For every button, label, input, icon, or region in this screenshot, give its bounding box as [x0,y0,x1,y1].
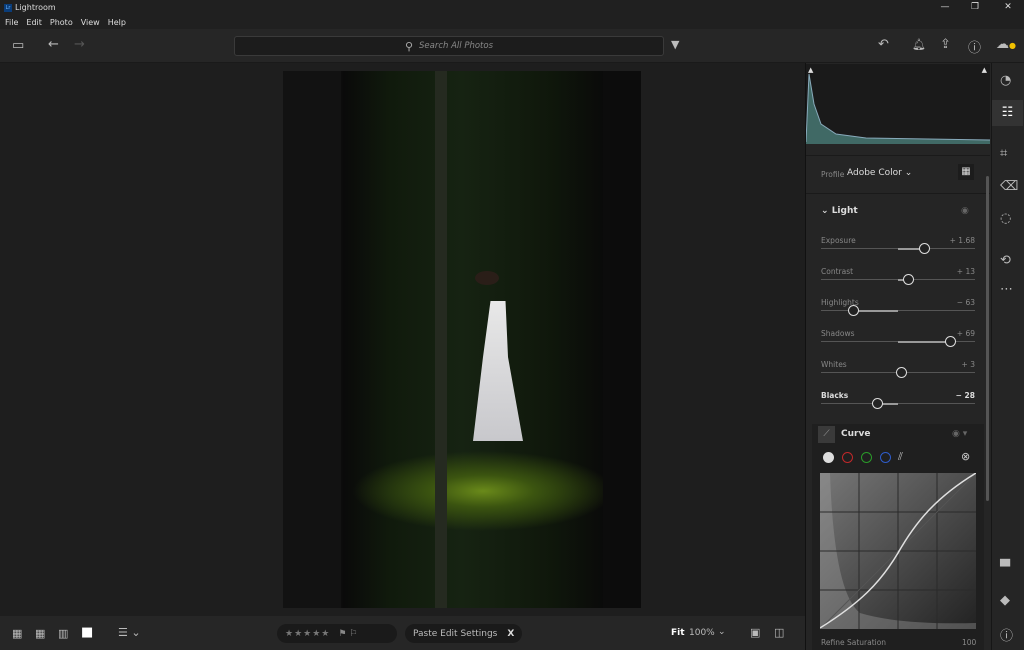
slider-knob[interactable] [895,367,907,378]
menu-edit[interactable]: Edit [26,18,42,27]
history-icon[interactable]: ⟲ [1000,253,1011,268]
tag-icon[interactable]: ◆ [1000,593,1010,608]
panel-toggle-icon[interactable]: ▭ [12,38,24,53]
flag-icons[interactable]: ⚑ ⚐ [338,629,357,639]
profile-browser-icon[interactable]: ▦ [958,164,974,180]
tone-curve-graph[interactable] [819,472,977,630]
panel-scrollbar[interactable] [986,176,989,501]
channel-green[interactable] [861,452,872,463]
help-icon[interactable]: ⓘ [968,37,981,56]
close-button[interactable]: ✕ [993,0,1023,15]
slider-fill [898,340,951,343]
presets-icon[interactable]: ◔ [1000,73,1011,88]
slider-knob[interactable] [847,305,859,316]
paste-edit-settings-button[interactable]: Paste Edit Settings [413,629,497,639]
histogram: ▲ ▲ [805,64,991,144]
lightroom-logo: Lr [4,3,12,12]
back-arrow-icon[interactable]: ← [48,37,59,52]
slider-value[interactable]: − 63 [957,298,975,307]
curve-title: Curve [841,429,871,439]
slider-label: Shadows [821,329,855,338]
window-title: Lightroom [15,3,56,12]
healing-eraser-icon[interactable]: ⌫ [1000,179,1018,194]
refine-saturation-value: 100 [962,638,977,647]
channel-blue[interactable] [880,452,891,463]
zoom-fit-button[interactable]: Fit [671,628,685,638]
slider-value[interactable]: + 1.68 [950,236,975,245]
highlight-clipping-toggle[interactable]: ▲ [982,66,987,74]
curve-icon: ⟋ [818,426,835,443]
edit-sliders-icon[interactable]: ☷ [992,100,1023,126]
restore-button[interactable]: ❐ [960,0,990,15]
forward-arrow-icon[interactable]: → [74,37,85,52]
slider-value[interactable]: − 28 [956,391,975,400]
more-icon[interactable]: ⋯ [1000,282,1013,297]
comment-icon[interactable]: ▀ [1000,560,1010,575]
parametric-curve-icon[interactable]: ⫽ [898,450,903,464]
loupe-view-icon[interactable]: ■ [81,625,93,640]
profile-value: Adobe Color [847,168,902,178]
slider-track[interactable] [821,403,975,404]
menu-help[interactable]: Help [108,18,126,27]
slider-fill [853,309,898,312]
channel-red[interactable] [842,452,853,463]
sort-icon[interactable]: ☰ ⌄ [118,626,141,639]
eye-icon[interactable]: ◉ [961,206,969,216]
share-icon[interactable]: ⇪ [940,37,951,52]
cloud-sync-icon[interactable]: ☁● [996,37,1016,52]
profile-dropdown[interactable]: Adobe Color ⌄ [847,168,912,178]
bell-icon[interactable]: 🔔︎ [912,38,926,51]
crop-icon[interactable]: ⌗ [1000,146,1007,161]
shadow-clipping-toggle[interactable]: ▲ [808,66,813,74]
chevron-down-icon[interactable]: ⌄ [718,627,726,637]
minimize-button[interactable]: — [930,0,960,15]
slider-value[interactable]: + 69 [957,329,975,338]
filmstrip-icon[interactable]: ▣ [750,626,760,639]
info-icon[interactable]: ⓘ [1000,625,1013,644]
slider-label: Whites [821,360,847,369]
search-icon: ⚲ [404,39,414,53]
light-title: Light [831,206,858,216]
curve-visibility-icon[interactable]: ◉ ▾ [952,429,967,439]
paste-settings-pill: Paste Edit Settings X [405,624,522,643]
slider-value[interactable]: + 13 [957,267,975,276]
search-placeholder: Search All Photos [419,41,494,51]
menu-file[interactable]: File [5,18,18,27]
profile-label: Profile [821,170,845,179]
before-after-icon[interactable]: ◫ [774,626,784,639]
menu-photo[interactable]: Photo [50,18,73,27]
photo-image [283,71,641,608]
grid-view-icon[interactable]: ▦ [12,627,22,640]
filter-icon[interactable]: ▼ [671,38,679,51]
slider-label: Blacks [821,391,849,400]
star-rating[interactable]: ★★★★★ [285,629,330,639]
compare-view-icon[interactable]: ▥ [58,627,68,640]
channel-rgb[interactable] [823,452,834,463]
square-grid-icon[interactable]: ▦ [35,627,45,640]
close-paste-button[interactable]: X [507,629,514,639]
slider-label: Contrast [821,267,854,276]
slider-knob[interactable] [944,336,956,347]
undo-icon[interactable]: ↶ [878,37,889,52]
light-section-header[interactable]: ⌄ Light [821,206,858,216]
slider-knob[interactable] [918,243,930,254]
zoom-level[interactable]: 100% [689,628,715,638]
menu-bar: File Edit Photo View Help [0,15,1024,29]
menu-view[interactable]: View [81,18,100,27]
refine-saturation-label: Refine Saturation [821,638,887,647]
slider-value[interactable]: + 3 [962,360,975,369]
rating-flag-pill: ★★★★★ ⚑ ⚐ [277,624,397,643]
slider-label: Exposure [821,236,856,245]
reset-curve-icon[interactable]: ⊗ [961,450,970,463]
masking-icon[interactable]: ◌ [1000,211,1011,226]
slider-track[interactable] [821,310,975,311]
title-bar: Lr Lightroom — ❐ ✕ [0,0,1024,15]
search-input[interactable]: ⚲ Search All Photos [234,36,664,56]
